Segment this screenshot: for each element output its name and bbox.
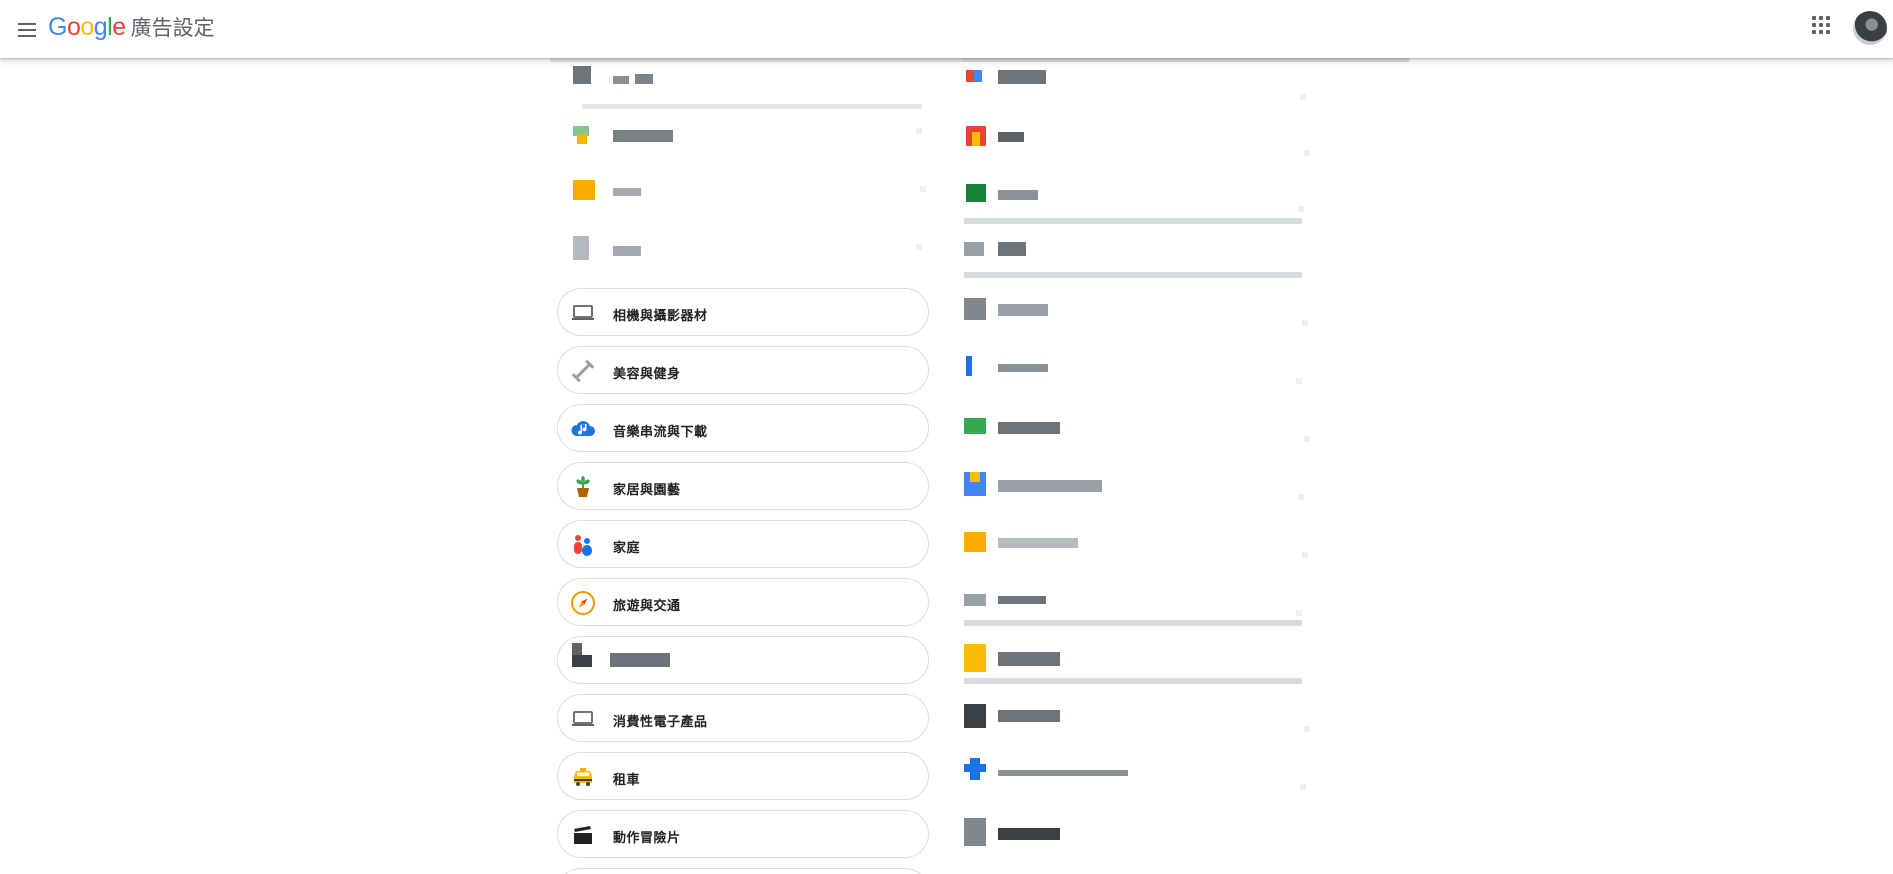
taxi-icon (574, 768, 592, 786)
page-title: 廣告設定 (130, 16, 215, 40)
interest-label: 相機與攝影器材 (613, 309, 708, 324)
redacted-item[interactable] (950, 176, 1310, 224)
redacted-item[interactable] (557, 172, 929, 220)
dumbbell-icon (571, 359, 595, 383)
redacted-item[interactable] (557, 230, 929, 278)
interests-list: 相機與攝影器材 美容與健身 音樂串流與下載 家居與園藝 家庭 旅遊與交通 消費性… (0, 58, 1893, 874)
interest-label: 動作冒險片 (613, 831, 681, 846)
interest-camera-photo[interactable]: 相機與攝影器材 (557, 288, 929, 336)
interest-home-garden[interactable]: 家居與園藝 (557, 462, 929, 510)
laptop-icon (572, 305, 594, 320)
interest-label: 美容與健身 (613, 367, 681, 382)
redacted-item[interactable] (950, 814, 1310, 862)
redacted-item[interactable] (557, 114, 929, 162)
interest-label: 家居與園藝 (613, 483, 681, 498)
top-app-bar: Google 廣告設定 (0, 0, 1893, 58)
redacted-item[interactable] (950, 582, 1310, 630)
redacted-item[interactable] (557, 60, 929, 109)
interest-music-streaming[interactable]: 音樂串流與下載 (557, 404, 929, 452)
redacted-item[interactable] (950, 466, 1310, 514)
interest-item-partial[interactable] (557, 868, 929, 874)
brand[interactable]: Google 廣告設定 (48, 11, 215, 43)
interest-label: 旅遊與交通 (613, 599, 681, 614)
redacted-item[interactable] (557, 636, 929, 684)
redacted-item[interactable] (950, 118, 1310, 166)
redacted-item[interactable] (950, 698, 1310, 746)
interest-label: 音樂串流與下載 (613, 425, 708, 440)
compass-icon (571, 591, 595, 615)
avatar[interactable] (1853, 11, 1887, 45)
google-logo: Google (48, 12, 126, 41)
clapperboard-icon (574, 826, 592, 844)
family-icon (574, 535, 592, 556)
interest-consumer-electronics[interactable]: 消費性電子產品 (557, 694, 929, 742)
interest-label: 家庭 (613, 541, 641, 556)
hamburger-menu-icon[interactable] (8, 10, 46, 48)
google-apps-grid-icon[interactable] (1812, 16, 1832, 36)
redacted-item[interactable] (950, 524, 1310, 572)
laptop-icon (572, 711, 594, 726)
interest-travel[interactable]: 旅遊與交通 (557, 578, 929, 626)
redacted-item[interactable] (950, 234, 1310, 282)
interest-beauty-fitness[interactable]: 美容與健身 (557, 346, 929, 394)
redacted-item[interactable] (950, 408, 1310, 456)
interest-label: 租車 (613, 773, 641, 788)
redacted-item[interactable] (950, 292, 1310, 340)
potted-plant-icon (576, 476, 590, 497)
interest-family[interactable]: 家庭 (557, 520, 929, 568)
redacted-item[interactable] (950, 640, 1310, 688)
redacted-item[interactable] (950, 350, 1310, 398)
redacted-item[interactable] (950, 756, 1310, 804)
interest-car-rental[interactable]: 租車 (557, 752, 929, 800)
redacted-item[interactable] (950, 60, 1310, 108)
interest-action-adventure-films[interactable]: 動作冒險片 (557, 810, 929, 858)
cloud-music-icon (571, 421, 595, 436)
interest-label: 消費性電子產品 (613, 715, 708, 730)
